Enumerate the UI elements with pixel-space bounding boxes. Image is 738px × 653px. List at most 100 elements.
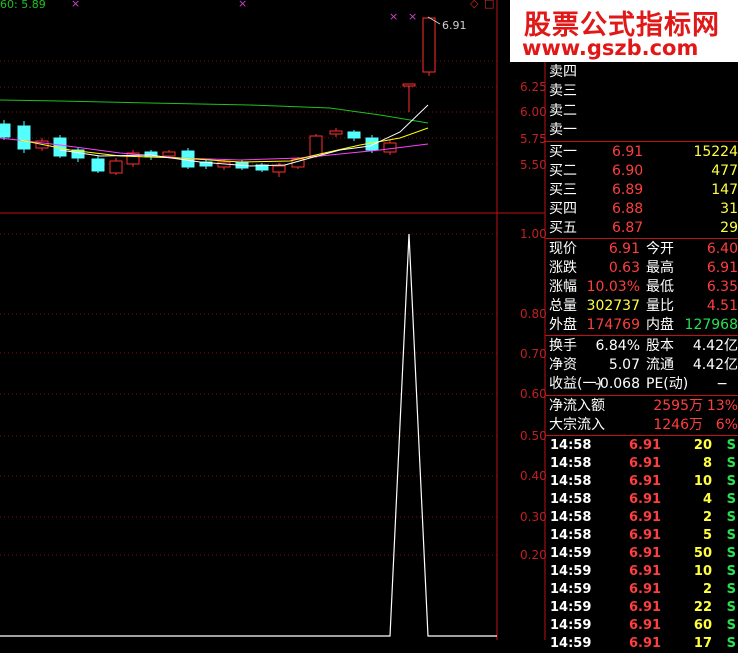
- tick-time: 14:58: [550, 492, 592, 507]
- buy-label: 买五: [549, 220, 577, 236]
- indicator-tick: 0.70: [520, 347, 547, 361]
- quote-value: 6.91: [706, 260, 738, 276]
- divider: [545, 141, 738, 142]
- tick-price: 6.91: [629, 528, 662, 543]
- tick-side: S: [726, 636, 736, 651]
- sell-label: 卖一: [549, 122, 577, 138]
- buy-price: 6.91: [612, 144, 644, 160]
- diamond-icon[interactable]: ◇: [470, 0, 478, 10]
- tick-price: 6.91: [629, 474, 662, 489]
- price-tick: 6.00: [520, 105, 547, 119]
- tick-price: 6.91: [629, 600, 662, 615]
- tick-time: 14:59: [550, 600, 592, 615]
- ma60-label: 60: 5.89: [0, 0, 46, 11]
- buy-volume: 15224: [693, 144, 738, 160]
- candle-up: [422, 17, 436, 73]
- quote-value: 6.35: [706, 279, 738, 295]
- indicator-line: [0, 233, 497, 637]
- tick-price: 6.91: [629, 492, 662, 507]
- tick-price: 6.91: [629, 546, 662, 561]
- quote-label: PE(动): [646, 376, 689, 392]
- tick-volume: 10: [693, 564, 712, 579]
- indicator-tick: 1.00: [520, 227, 547, 241]
- tick-row: 14:59 6.91 60 S: [550, 617, 738, 635]
- flow-label: 净流入额: [549, 398, 605, 414]
- tick-row: 14:58 6.91 4 S: [550, 491, 738, 509]
- quote-label: 涨跌: [549, 260, 577, 276]
- quote-label: 最低: [646, 279, 674, 295]
- indicator-tick: 0.60: [520, 387, 547, 401]
- marker-icon: ×: [389, 10, 399, 23]
- tick-side: S: [726, 528, 736, 543]
- price-tick: 5.50: [520, 158, 547, 172]
- flow-row: 净流入额 2595万 13%: [549, 397, 738, 416]
- quote-value: 4.42亿: [692, 338, 738, 354]
- tick-volume: 17: [693, 636, 712, 651]
- tick-volume: 4: [702, 492, 712, 507]
- quote-label: 外盘: [549, 317, 577, 333]
- quote-value: 0.63: [608, 260, 640, 276]
- candle-down: [91, 158, 105, 172]
- quote-value: 302737: [586, 298, 640, 314]
- quote-row: 现价 6.91 今开 6.40: [549, 240, 738, 259]
- square-icon[interactable]: □: [484, 0, 494, 10]
- tick-volume: 2: [702, 582, 712, 597]
- quote-label: 现价: [549, 241, 577, 257]
- quote-row: 总量 302737 量比 4.51: [549, 297, 738, 316]
- sell-label: 卖四: [549, 64, 577, 80]
- quote-label: 净资: [549, 357, 577, 373]
- high-price-label: 6.91: [442, 19, 467, 32]
- quote-label: 今开: [646, 241, 674, 257]
- marker-icon: ×: [408, 10, 418, 23]
- watermark-url: www.gszb.com: [522, 36, 699, 60]
- tick-volume: 22: [693, 600, 712, 615]
- quote-value: 5.07: [608, 357, 640, 373]
- candle-down: [347, 131, 361, 139]
- tick-time: 14:59: [550, 546, 592, 561]
- buy-volume: 147: [711, 182, 738, 198]
- quote-value: −: [716, 376, 728, 392]
- buy-price: 6.89: [612, 182, 644, 198]
- tick-row: 14:58 6.91 10 S: [550, 473, 738, 491]
- flow-label: 大宗流入: [549, 417, 605, 433]
- tick-time: 14:58: [550, 438, 592, 453]
- candle-down: [17, 125, 31, 150]
- tick-row: 14:59 6.91 17 S: [550, 635, 738, 653]
- divider: [545, 238, 738, 239]
- candle-up: [402, 83, 416, 87]
- tick-price: 6.91: [629, 510, 662, 525]
- quote-value: 4.42亿: [692, 357, 738, 373]
- tick-side: S: [726, 618, 736, 633]
- sell-level-2: 卖二: [549, 102, 738, 121]
- watermark-banner: 股票公式指标网 www.gszb.com: [510, 0, 738, 62]
- quote-label: 最高: [646, 260, 674, 276]
- quote-row: 涨跌 0.63 最高 6.91: [549, 259, 738, 278]
- candle-up: [162, 151, 176, 157]
- tick-time: 14:58: [550, 456, 592, 471]
- tick-time: 14:59: [550, 618, 592, 633]
- tick-volume: 20: [693, 438, 712, 453]
- tick-row: 14:59 6.91 22 S: [550, 599, 738, 617]
- marker-icon: ×: [71, 0, 81, 10]
- tick-price: 6.91: [629, 564, 662, 579]
- tick-price: 6.91: [629, 438, 662, 453]
- sell-label: 卖二: [549, 103, 577, 119]
- gridlines: [0, 60, 497, 556]
- quote-row: 涨幅 10.03% 最低 6.35: [549, 278, 738, 297]
- marker-icon: ×: [238, 0, 248, 10]
- indicator-tick: 0.40: [520, 469, 547, 483]
- tick-side: S: [726, 600, 736, 615]
- tick-side: S: [726, 564, 736, 579]
- flow-value: 1246万: [653, 417, 703, 433]
- quote-label: 涨幅: [549, 279, 577, 295]
- tick-side: S: [726, 510, 736, 525]
- tick-row: 14:58 6.91 2 S: [550, 509, 738, 527]
- quote-row: 外盘 174769 内盘 127968: [549, 316, 738, 335]
- quote-value: 174769: [586, 317, 640, 333]
- buy-label: 买一: [549, 144, 577, 160]
- indicator-tick: 0.30: [520, 510, 547, 524]
- flow-pct: 13%: [706, 398, 738, 414]
- tick-time: 14:59: [550, 564, 592, 579]
- quote-value: -0.068: [594, 376, 640, 392]
- tick-time: 14:59: [550, 636, 592, 651]
